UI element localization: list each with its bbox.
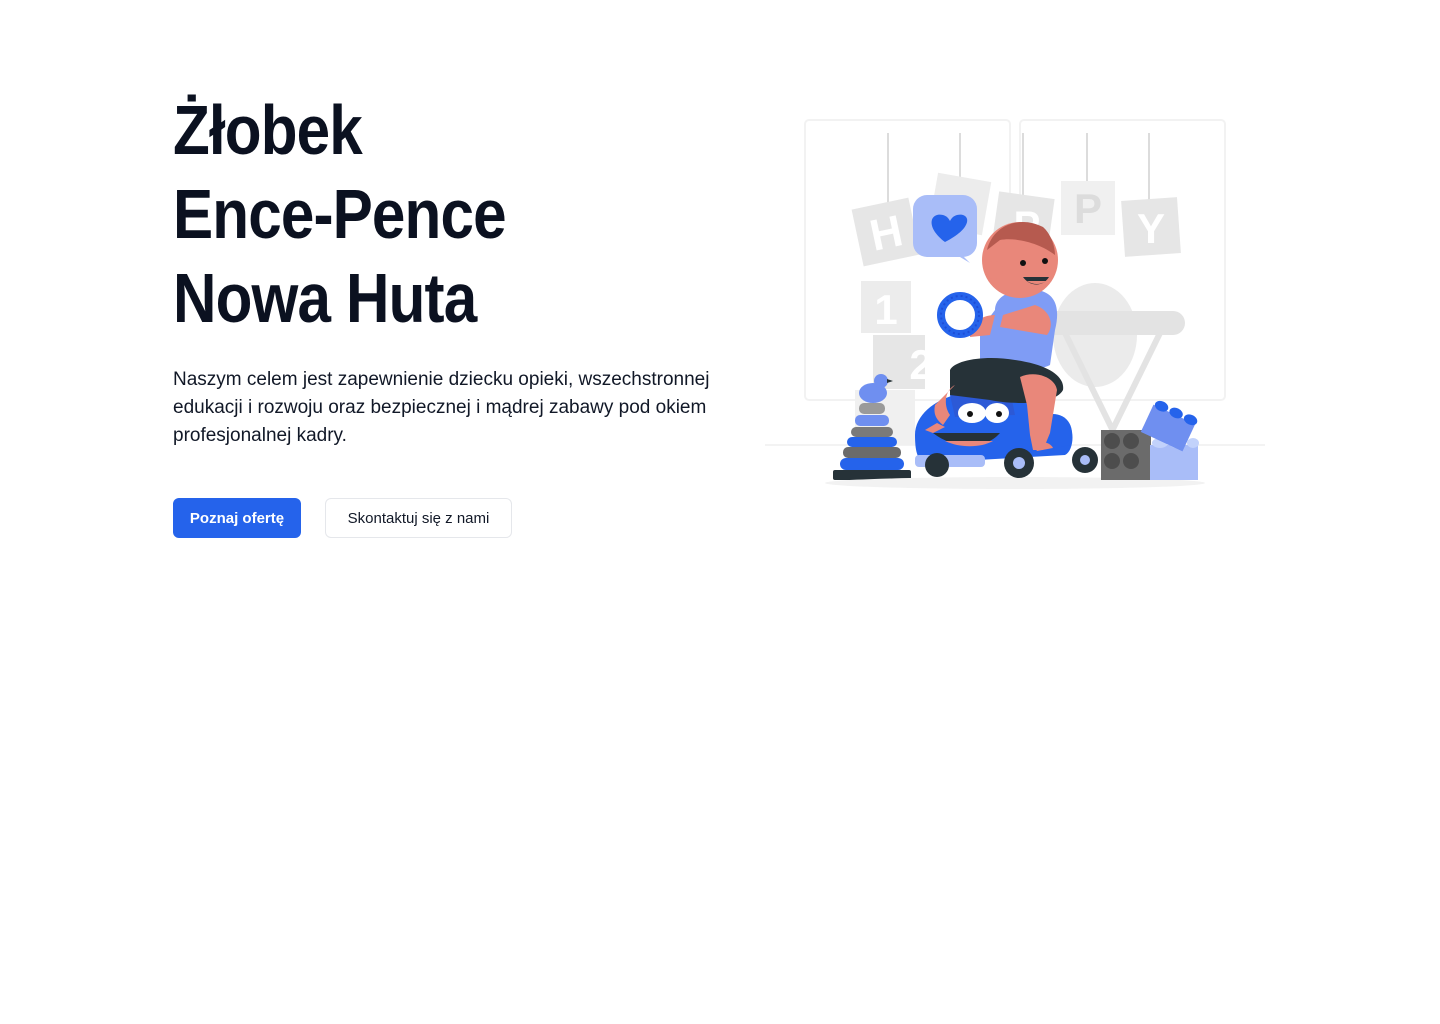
banner-letter-p2: P: [1074, 185, 1102, 232]
hero-description: Naszym celem jest zapewnienie dziecku op…: [173, 369, 710, 446]
baby-on-toy-car-illustration: H P P Y 1 2: [765, 119, 1265, 489]
banner-letter-y: Y: [1137, 205, 1165, 252]
block-number-1: 1: [874, 286, 897, 333]
block-number-2: 2: [909, 341, 932, 388]
hero-title-line-1: Żłobek: [173, 91, 363, 169]
offer-button[interactable]: Poznaj ofertę: [173, 498, 301, 538]
hero-title: Żłobek Ence-Pence Nowa Huta: [173, 88, 560, 340]
hero-title-line-3: Nowa Huta: [173, 259, 477, 337]
hero-title-line-2: Ence-Pence: [173, 175, 507, 253]
contact-button[interactable]: Skontaktuj się z nami: [325, 498, 512, 538]
